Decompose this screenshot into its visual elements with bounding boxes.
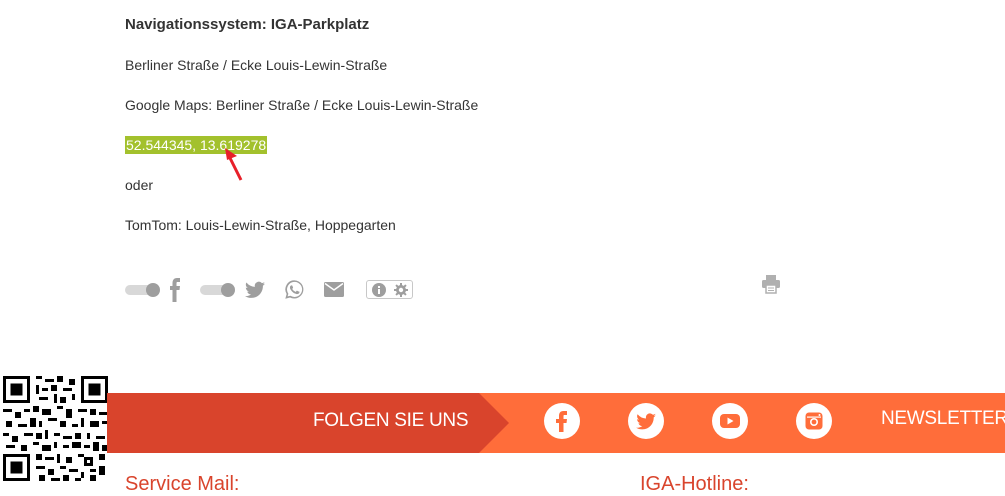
follow-label: FOLGEN SIE UNS [313,410,469,431]
mail-icon[interactable] [324,282,344,297]
bar-arrow-shape [479,393,509,453]
twitter-toggle[interactable] [200,283,235,297]
facebook-icon[interactable] [169,278,181,302]
footer-social-bar: FOLGEN SIE UNS NEWSLETTER [107,393,1005,453]
twitter-social-button[interactable] [628,403,664,439]
twitter-icon[interactable] [245,281,265,299]
instagram-icon [805,412,823,430]
newsletter-link[interactable]: NEWSLETTER [881,408,1005,430]
youtube-icon [720,414,740,428]
whatsapp-icon[interactable] [284,279,305,300]
facebook-toggle[interactable] [125,283,160,297]
print-icon[interactable] [761,274,781,294]
google-maps-text: Google Maps: Berliner Straße / Ecke Loui… [125,97,479,113]
instagram-social-button[interactable] [796,403,832,439]
facebook-icon [556,411,567,432]
info-settings-box[interactable] [366,280,413,299]
tomtom-text: TomTom: Louis-Lewin-Straße, Hoppegarten [125,217,396,233]
red-arrow-icon [225,148,243,181]
youtube-social-button[interactable] [712,403,748,439]
twitter-icon [636,413,656,430]
info-icon[interactable] [372,283,386,297]
gear-icon[interactable] [394,283,408,297]
qr-code-icon [0,373,111,484]
address-text: Berliner Straße / Ecke Louis-Lewin-Straß… [125,57,388,73]
facebook-social-button[interactable] [544,403,580,439]
share-toolbar [125,275,825,304]
or-text: oder [125,177,154,193]
section-heading: Navigationssystem: IGA-Parkplatz [125,16,370,33]
